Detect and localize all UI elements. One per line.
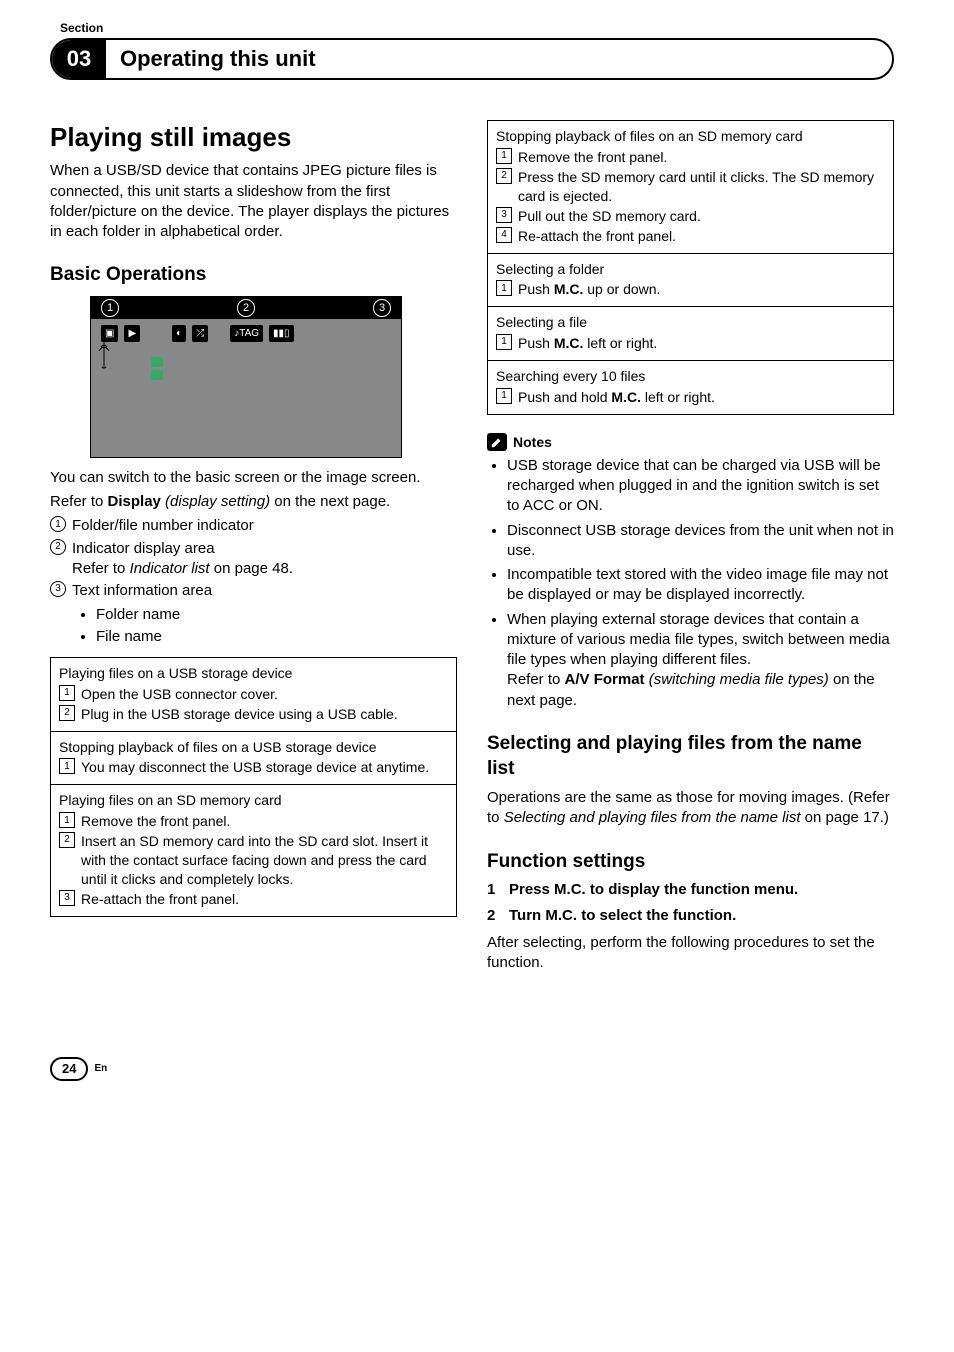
- language-code: En: [94, 1062, 107, 1076]
- intro-paragraph: When a USB/SD device that contains JPEG …: [50, 161, 457, 242]
- cell-search-10: Searching every 10 files 1Push and hold …: [488, 360, 893, 414]
- screen-illustration: 1 2 3 ▣ ▶ ◐ ⤮ ♪TAG ▮▮▯: [90, 296, 402, 458]
- note-4: When playing external storage devices th…: [507, 610, 894, 711]
- cell-select-file: Selecting a file 1Push M.C. left or righ…: [488, 306, 893, 360]
- speaker-icon: [97, 339, 111, 373]
- right-column: Stopping playback of files on an SD memo…: [487, 110, 894, 977]
- signal-icon: ▮▮▯: [269, 325, 294, 343]
- heading-function-settings: Function settings: [487, 849, 894, 875]
- callout-1: 1: [101, 299, 119, 317]
- pencil-icon: [487, 433, 507, 451]
- cell-usb-stop: Stopping playback of files on a USB stor…: [51, 731, 456, 785]
- page-number: 24: [50, 1057, 88, 1081]
- refer-display-text: Refer to Display (display setting) on th…: [50, 492, 457, 512]
- cell-select-folder: Selecting a folder 1Push M.C. up or down…: [488, 253, 893, 307]
- heading-selecting-files: Selecting and playing files from the nam…: [487, 731, 894, 782]
- left-table: Playing files on a USB storage device 1O…: [50, 657, 457, 917]
- left-column: Playing still images When a USB/SD devic…: [50, 110, 457, 977]
- sub-folder-name: Folder name: [96, 605, 457, 625]
- legend-item-2: 2 Indicator display area Refer to Indica…: [50, 539, 457, 580]
- callout-legend: 1 Folder/file number indicator 2 Indicat…: [50, 516, 457, 601]
- sub-file-name: File name: [96, 627, 457, 647]
- selecting-files-text: Operations are the same as those for mov…: [487, 788, 894, 829]
- header-bar: 03 Operating this unit: [50, 38, 894, 80]
- disc-icon: ◐: [172, 325, 186, 343]
- function-step-2: 2Turn M.C. to select the function.: [487, 906, 894, 926]
- tag-icon: ♪TAG: [230, 325, 263, 343]
- note-2: Disconnect USB storage devices from the …: [507, 521, 894, 562]
- notes-header: Notes: [487, 433, 894, 452]
- callout-3: 3: [373, 299, 391, 317]
- legend-item-1: 1 Folder/file number indicator: [50, 516, 457, 536]
- indicator-row: ▣ ▶ ◐ ⤮ ♪TAG ▮▮▯: [101, 325, 294, 343]
- function-step-1: 1Press M.C. to display the function menu…: [487, 880, 894, 900]
- heading-basic-operations: Basic Operations: [50, 262, 457, 288]
- thumbnail-list: [151, 357, 163, 383]
- play-icon: ▶: [124, 325, 140, 343]
- cell-sd-play: Playing files on an SD memory card 1Remo…: [51, 784, 456, 915]
- section-number-badge: 03: [52, 40, 106, 78]
- cell-usb-play: Playing files on a USB storage device 1O…: [51, 658, 456, 731]
- heading-playing-still-images: Playing still images: [50, 120, 457, 155]
- notes-list: USB storage device that can be charged v…: [507, 456, 894, 711]
- callout-2: 2: [237, 299, 255, 317]
- header-title: Operating this unit: [120, 44, 316, 74]
- random-icon: ⤮: [192, 325, 208, 343]
- right-table: Stopping playback of files on an SD memo…: [487, 120, 894, 415]
- function-tail-text: After selecting, perform the following p…: [487, 933, 894, 974]
- cell-sd-stop: Stopping playback of files on an SD memo…: [488, 121, 893, 252]
- section-label: Section: [60, 20, 894, 36]
- legend-item-3: 3 Text information area: [50, 581, 457, 601]
- page-footer: 24 En: [50, 1057, 894, 1081]
- note-1: USB storage device that can be charged v…: [507, 456, 894, 517]
- legend-item-3-sub: Folder name File name: [96, 605, 457, 647]
- switch-screen-text: You can switch to the basic screen or th…: [50, 468, 457, 488]
- note-3: Incompatible text stored with the video …: [507, 565, 894, 606]
- folder-icon: ▣: [101, 325, 118, 343]
